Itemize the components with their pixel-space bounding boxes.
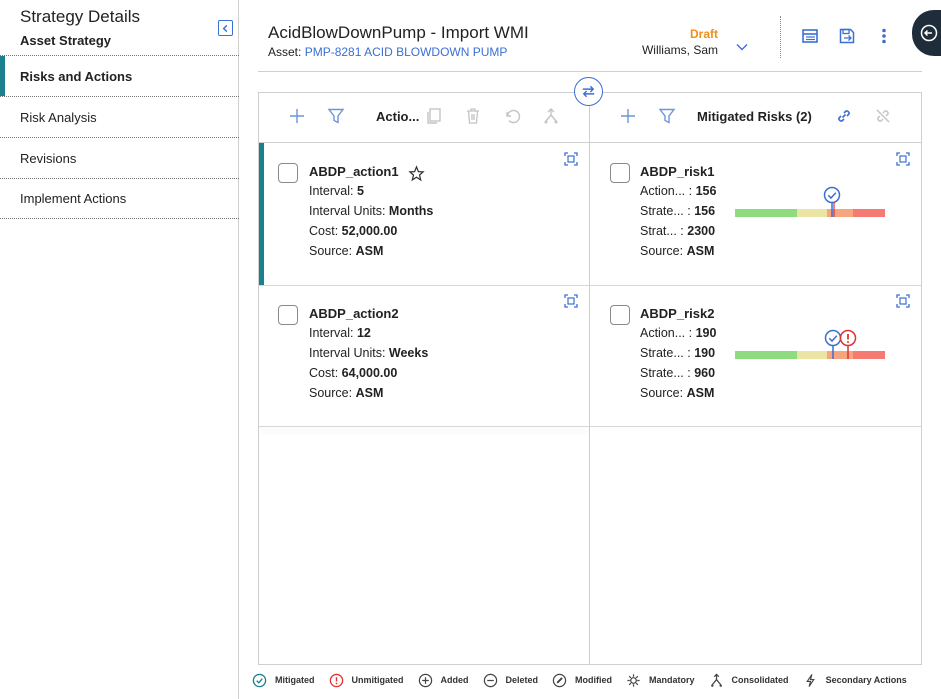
action-cost: Cost: 64,000.00 xyxy=(309,366,398,380)
legend-item: Mitigated xyxy=(252,673,315,688)
collapse-sidebar-button[interactable] xyxy=(218,20,233,36)
chevron-down-icon[interactable] xyxy=(735,40,749,54)
action-interval-units: Interval Units: Weeks xyxy=(309,346,429,360)
expand-icon[interactable] xyxy=(896,294,910,308)
risk-strategy-total: Strate... : 960 xyxy=(640,366,716,380)
expand-icon[interactable] xyxy=(564,152,578,166)
undo-icon[interactable] xyxy=(503,107,521,125)
sidebar-item-implement-actions[interactable]: Implement Actions xyxy=(0,178,239,219)
action-interval-units: Interval Units: Months xyxy=(309,204,434,218)
risks-panel-title: Mitigated Risks (2) xyxy=(697,109,812,124)
sidebar: Strategy Details Asset Strategy Risks an… xyxy=(0,0,239,699)
minus-circle-icon xyxy=(483,673,497,687)
action-cost: Cost: 52,000.00 xyxy=(309,224,398,238)
risk-checkbox[interactable] xyxy=(610,163,630,183)
exclamation-circle-icon xyxy=(329,673,343,687)
risk-strategy-value: Strate... : 190 xyxy=(640,346,716,360)
pencil-circle-icon xyxy=(552,673,567,687)
risk-strategy-value: Strate... : 156 xyxy=(640,204,716,218)
delete-icon[interactable] xyxy=(464,107,482,125)
action-interval: Interval: 5 xyxy=(309,184,364,198)
sidebar-item-revisions[interactable]: Revisions xyxy=(0,137,239,178)
add-risk-icon[interactable] xyxy=(619,107,637,125)
risk-matrix-bar xyxy=(735,351,885,359)
legend-item: Deleted xyxy=(483,673,538,688)
header-divider xyxy=(780,16,781,58)
header-divider-line xyxy=(258,71,922,72)
risk-bar-critical xyxy=(853,209,885,217)
mitigated-marker-icon xyxy=(823,186,841,217)
merge-icon xyxy=(710,673,722,687)
risk-bar-low xyxy=(735,351,797,359)
legend-item: Added xyxy=(418,673,469,688)
risk-source: Source: ASM xyxy=(640,244,715,258)
risk-name: ABDP_risk1 xyxy=(640,164,715,179)
more-options-icon[interactable] xyxy=(875,27,893,45)
sidebar-item-risks-and-actions[interactable]: Risks and Actions xyxy=(0,55,239,96)
row-separator xyxy=(259,285,589,286)
expand-icon[interactable] xyxy=(564,294,578,308)
risk-matrix-bar xyxy=(735,209,885,217)
legend: Mitigated Unmitigated Added Deleted Modi… xyxy=(252,671,921,689)
action-interval: Interval: 12 xyxy=(309,326,371,340)
actions-panel-title: Actio... xyxy=(376,109,420,124)
state-user: Williams, Sam xyxy=(641,43,718,57)
selected-card-indicator xyxy=(259,143,264,285)
legend-item: Mandatory xyxy=(626,673,695,688)
unmitigated-marker-icon xyxy=(839,329,857,359)
asset-link[interactable]: PMP-8281 ACID BLOWDOWN PUMP xyxy=(305,45,508,59)
check-circle-icon xyxy=(252,673,267,687)
save-icon[interactable] xyxy=(838,27,856,45)
risk-action-value: Action... : 156 xyxy=(640,184,717,198)
risk-strategy-total: Strat... : 2300 xyxy=(640,224,716,238)
row-separator xyxy=(590,285,921,286)
state-badge[interactable]: Draft xyxy=(600,27,718,41)
action-source: Source: ASM xyxy=(309,386,384,400)
risk-action-value: Action... : 190 xyxy=(640,326,717,340)
risk-checkbox[interactable] xyxy=(610,305,630,325)
action-name: ABDP_action1 xyxy=(309,164,399,179)
legend-item: Consolidated xyxy=(709,673,789,688)
swap-panels-button[interactable] xyxy=(574,77,603,106)
copy-icon[interactable] xyxy=(425,107,443,125)
row-separator xyxy=(259,426,589,427)
unlink-icon[interactable] xyxy=(874,107,892,125)
column-divider xyxy=(589,92,590,665)
legend-item: Secondary Actions xyxy=(803,673,907,688)
table-view-icon[interactable] xyxy=(801,27,819,45)
row-separator xyxy=(590,426,921,427)
exit-panel-icon xyxy=(920,24,938,42)
legend-item: Unmitigated xyxy=(329,673,404,688)
action-source: Source: ASM xyxy=(309,244,384,258)
add-action-icon[interactable] xyxy=(288,107,306,125)
page-title: AcidBlowDownPump - Import WMI xyxy=(268,23,529,42)
risk-name: ABDP_risk2 xyxy=(640,306,715,321)
link-icon[interactable] xyxy=(835,107,853,125)
action-name: ABDP_action2 xyxy=(309,306,399,321)
sidebar-subtitle: Asset Strategy xyxy=(20,33,112,48)
sidebar-item-risk-analysis[interactable]: Risk Analysis xyxy=(0,96,239,137)
chevron-left-icon xyxy=(222,24,228,32)
filter-risks-icon[interactable] xyxy=(658,107,676,125)
toolbar-divider xyxy=(258,142,922,143)
swap-icon xyxy=(582,85,595,98)
risk-source: Source: ASM xyxy=(640,386,715,400)
asset-info: Asset: PMP-8281 ACID BLOWDOWN PUMP xyxy=(268,45,507,59)
star-icon[interactable] xyxy=(408,165,425,182)
asset-label: Asset: xyxy=(268,45,302,59)
action-checkbox[interactable] xyxy=(278,163,298,183)
sidebar-nav: Risks and Actions Risk Analysis Revision… xyxy=(0,55,239,219)
gear-icon xyxy=(627,673,640,687)
consolidate-icon[interactable] xyxy=(542,107,560,125)
lightning-icon xyxy=(805,673,815,687)
filter-icon[interactable] xyxy=(327,107,345,125)
side-panel-toggle[interactable] xyxy=(912,10,941,56)
action-checkbox[interactable] xyxy=(278,305,298,325)
plus-circle-icon xyxy=(418,673,432,687)
sidebar-title: Strategy Details xyxy=(20,7,140,26)
legend-item: Modified xyxy=(552,673,612,688)
expand-icon[interactable] xyxy=(896,152,910,166)
risk-bar-low xyxy=(735,209,797,217)
